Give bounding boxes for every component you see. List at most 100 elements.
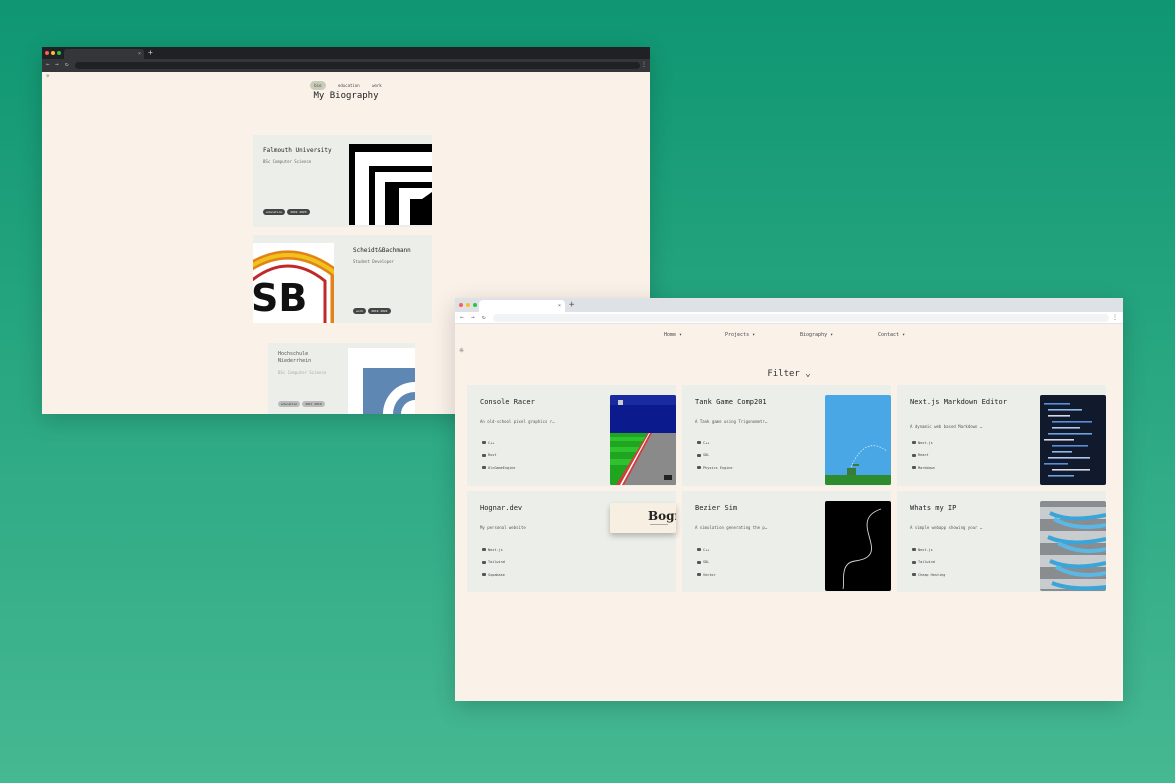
tank-game-screenshot xyxy=(825,395,891,485)
tech-item: Rust xyxy=(482,453,515,458)
project-description: An old-school pixel graphics r… xyxy=(480,419,555,424)
maximize-window-icon[interactable] xyxy=(473,303,477,307)
address-bar[interactable] xyxy=(493,314,1109,322)
new-tab-icon[interactable]: + xyxy=(569,300,574,310)
forward-arrow-icon[interactable]: → xyxy=(55,62,59,68)
code-icon xyxy=(482,573,486,576)
tag: 2019 2022 xyxy=(368,308,391,314)
tech-item: Supabase xyxy=(482,572,505,577)
project-title: Tank Game Comp201 xyxy=(695,398,767,406)
browser-titlebar: × + xyxy=(42,47,650,59)
theme-toggle-icon[interactable]: ☼ xyxy=(46,73,50,80)
scheidt-bachmann-logo-image: SB xyxy=(253,243,334,323)
code-icon xyxy=(697,560,701,564)
menu-kebab-icon[interactable]: ⋮ xyxy=(641,62,647,68)
card-tags: education 2022 2025 xyxy=(263,209,310,215)
minimize-window-icon[interactable] xyxy=(466,303,470,307)
nav-contact[interactable]: Contact ▾ xyxy=(878,332,905,338)
browser-toolbar: ← → ↻ ⋮ xyxy=(42,59,650,72)
close-tab-icon[interactable]: × xyxy=(558,304,561,309)
project-card-bezier-sim[interactable]: Bezier Sim A simulation generating the p… xyxy=(682,491,891,592)
filter-dropdown[interactable]: Filter ⌄ xyxy=(455,369,1123,379)
nav-biography[interactable]: Biography ▾ xyxy=(800,332,833,338)
project-description: A Tank game using Trigonometr… xyxy=(695,419,768,424)
reload-icon[interactable]: ↻ xyxy=(482,315,486,321)
code-icon xyxy=(482,548,486,551)
falmouth-logo-image xyxy=(349,144,432,225)
close-tab-icon[interactable]: × xyxy=(138,52,141,57)
tech-item: OlcGameEngine xyxy=(482,465,515,470)
tab-work[interactable]: work xyxy=(372,83,382,88)
project-card-hognar-dev[interactable]: Hognar.dev My personal website Next.js T… xyxy=(467,491,676,592)
project-card-markdown-editor[interactable]: Next.js Markdown Editor A dynamic web ba… xyxy=(897,385,1106,486)
code-icon xyxy=(912,453,916,457)
code-icon xyxy=(697,466,701,469)
code-icon xyxy=(912,548,916,551)
tag: education xyxy=(263,209,286,215)
browser-tab[interactable]: × xyxy=(64,49,144,59)
tab-bio[interactable]: bio xyxy=(310,81,326,90)
card-subtitle: BSc Computer Science xyxy=(263,159,312,164)
maximize-window-icon[interactable] xyxy=(57,51,61,55)
project-card-tank-game[interactable]: Tank Game Comp201 A Tank game using Trig… xyxy=(682,385,891,486)
nav-projects[interactable]: Projects ▾ xyxy=(725,332,755,338)
project-title: Next.js Markdown Editor xyxy=(910,398,1007,406)
tech-item: SDL xyxy=(697,560,716,565)
console-racer-screenshot xyxy=(610,395,676,485)
address-bar[interactable] xyxy=(75,62,640,69)
menu-kebab-icon[interactable]: ⋮ xyxy=(1112,314,1118,322)
code-editor-screenshot xyxy=(1040,395,1106,485)
tech-list: C++ SDL Physics Engine xyxy=(697,440,733,478)
tech-item: Next.js xyxy=(912,440,935,445)
projects-page: Home ▾ Projects ▾ Biography ▾ Contact ▾ … xyxy=(455,324,1123,701)
project-title: Hognar.dev xyxy=(480,504,523,512)
new-tab-icon[interactable]: + xyxy=(148,48,153,57)
tab-education[interactable]: education xyxy=(338,83,360,88)
minimize-window-icon[interactable] xyxy=(51,51,55,55)
tech-item: SDL xyxy=(697,453,733,458)
code-icon xyxy=(697,573,701,576)
bio-card[interactable]: Falmouth University BSc Computer Science… xyxy=(253,135,432,227)
browser-toolbar: ← → ↻ ⋮ xyxy=(455,312,1123,324)
back-arrow-icon[interactable]: ← xyxy=(460,315,464,321)
hognar-site-screenshot: Bogn xyxy=(610,503,676,533)
tech-list: Next.js Tailwind Cheap Hosting xyxy=(912,547,945,585)
bio-card[interactable]: SB Scheidt&Bachmann Student Developer wo… xyxy=(253,235,432,323)
browser-titlebar: × + xyxy=(455,298,1123,312)
tech-item: Markdown xyxy=(912,465,935,470)
card-title: Hochschule Niederrhein xyxy=(278,351,312,364)
tech-item: React xyxy=(912,453,935,458)
tech-item: Next.js xyxy=(482,547,505,552)
hognar-logo-text: Bogn xyxy=(648,509,676,523)
tag: 2022 2025 xyxy=(287,209,310,215)
card-tags: work 2019 2022 xyxy=(353,308,391,314)
page-title: My Biography xyxy=(313,91,379,101)
bio-card[interactable]: Hochschule Niederrhein BSc Computer Scie… xyxy=(268,343,415,414)
close-window-icon[interactable] xyxy=(45,51,49,55)
code-icon xyxy=(912,573,916,576)
browser-tab[interactable]: × xyxy=(479,300,565,312)
project-description: A dynamic web based Markdown … xyxy=(910,424,983,429)
project-card-console-racer[interactable]: Console Racer An old-school pixel graphi… xyxy=(467,385,676,486)
code-icon xyxy=(697,548,701,551)
code-icon xyxy=(482,466,486,469)
tech-item: C++ xyxy=(697,547,716,552)
bezier-curve-screenshot xyxy=(825,501,891,591)
card-title: Falmouth University xyxy=(263,147,332,154)
project-card-whats-my-ip[interactable]: Whats my IP A simple webapp showing your… xyxy=(897,491,1106,592)
project-description: A simple webapp showing your … xyxy=(910,525,983,530)
tech-list: Next.js React Markdown xyxy=(912,440,935,478)
tech-item: C++ xyxy=(697,440,733,445)
card-title: Scheidt&Bachmann xyxy=(353,247,411,254)
biography-tabs: bio education work xyxy=(42,81,650,90)
code-icon xyxy=(482,453,486,457)
reload-icon[interactable]: ↻ xyxy=(65,62,69,68)
close-window-icon[interactable] xyxy=(459,303,463,307)
code-icon xyxy=(482,560,486,564)
forward-arrow-icon[interactable]: → xyxy=(471,315,475,321)
nav-home[interactable]: Home ▾ xyxy=(664,332,682,338)
back-arrow-icon[interactable]: ← xyxy=(46,62,50,68)
project-title: Console Racer xyxy=(480,398,535,406)
theme-toggle-icon[interactable]: ☼ xyxy=(459,346,464,355)
project-description: My personal website xyxy=(480,525,526,530)
